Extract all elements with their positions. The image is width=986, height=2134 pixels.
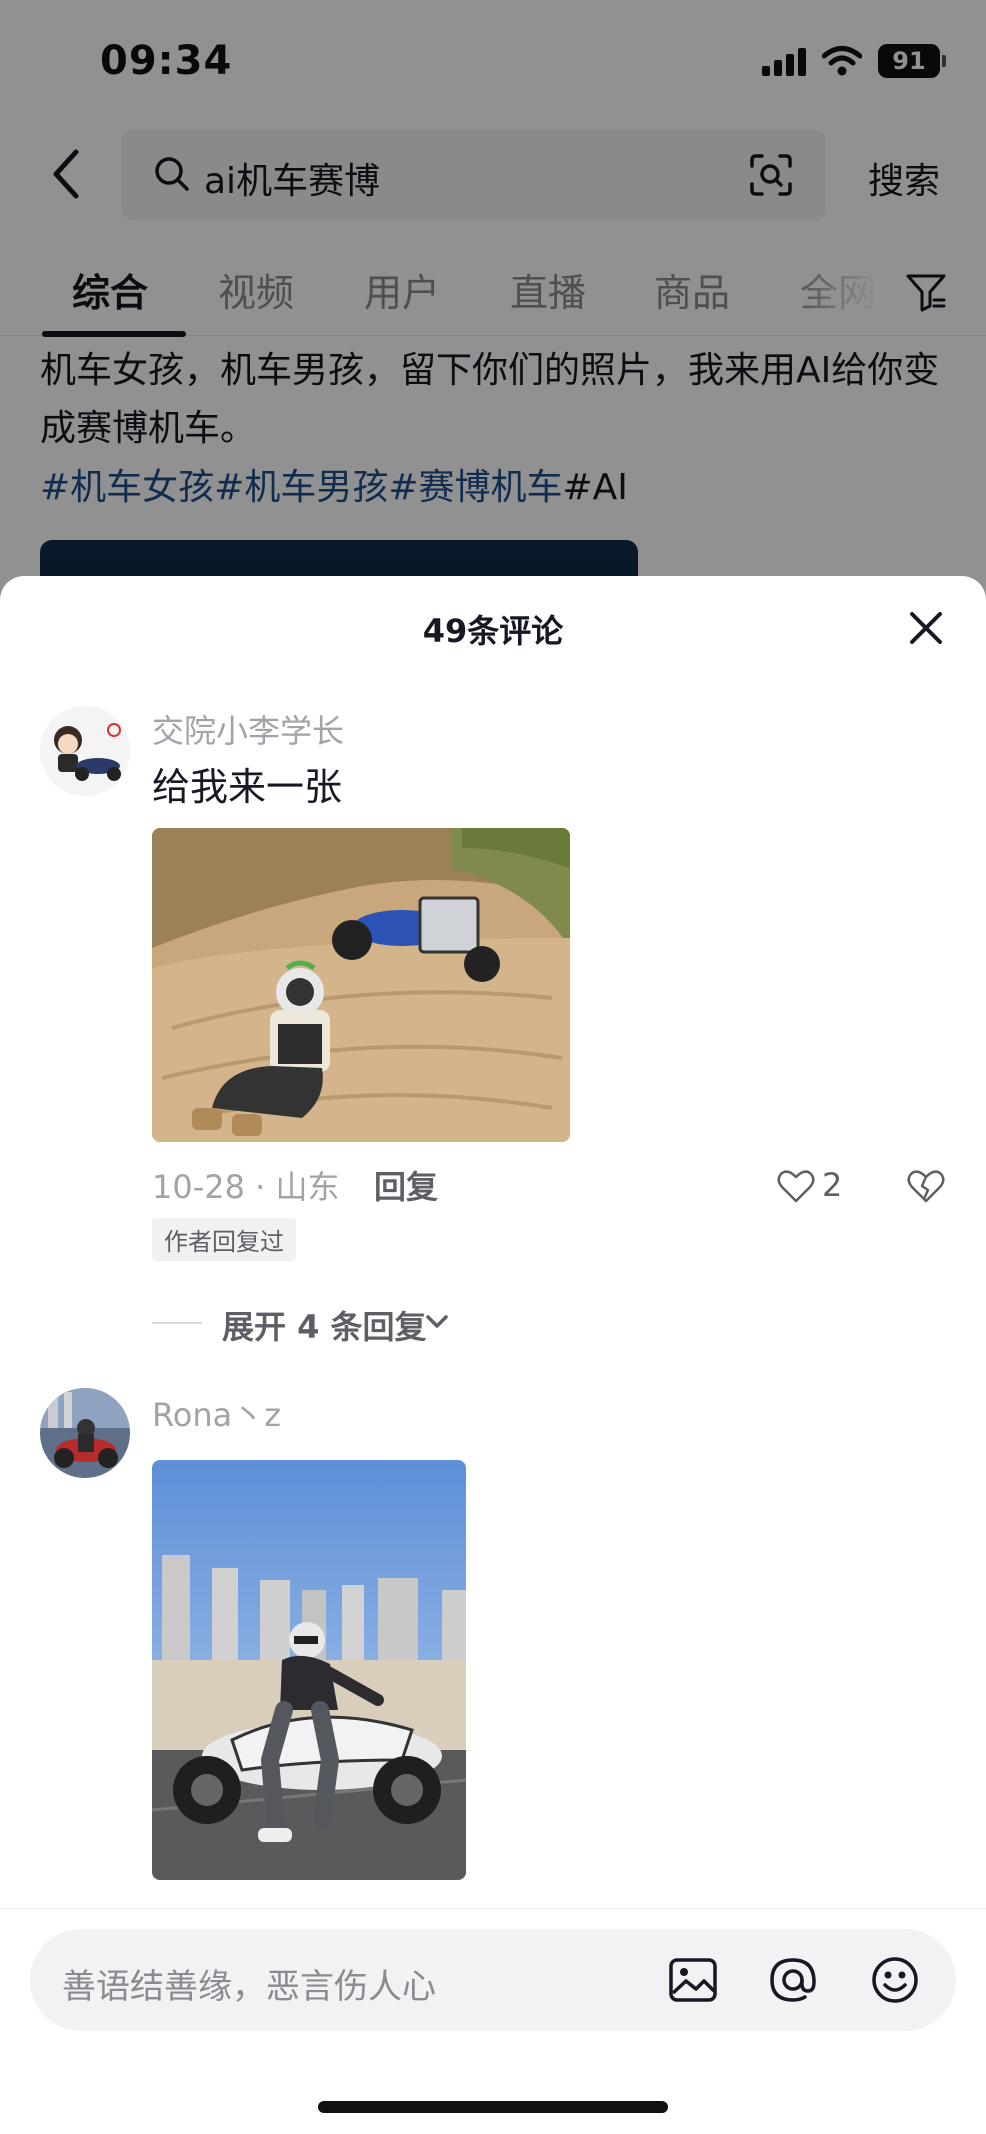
broken-heart-icon[interactable] bbox=[906, 1166, 946, 1206]
home-indicator bbox=[318, 2101, 668, 2113]
comment-author[interactable]: Rona丶z bbox=[152, 1390, 281, 1436]
avatar[interactable] bbox=[40, 706, 130, 796]
motorcycle-photo bbox=[152, 1460, 466, 1880]
avatar[interactable] bbox=[40, 1388, 130, 1478]
reply-button[interactable]: 回复 bbox=[374, 1162, 438, 1208]
image-icon[interactable] bbox=[666, 1953, 720, 2007]
avatar-image bbox=[40, 706, 130, 796]
comment-input-bar: 善语结善缘，恶言伤人心 bbox=[0, 1908, 986, 2134]
search-results-page: 09:34 91 ai机车赛博 搜索 综合 视频 用户 直播 商品 机车女孩，机… bbox=[0, 0, 986, 620]
comments-sheet: 49条评论 交院小李学长 给我来一张 10-28 · 山东 回复 2 作者回复过… bbox=[0, 576, 986, 2134]
chevron-down-icon[interactable] bbox=[422, 1306, 452, 1336]
comments-count-title: 49条评论 bbox=[422, 612, 564, 650]
comment-image[interactable] bbox=[152, 828, 570, 1142]
emoji-icon[interactable] bbox=[868, 1953, 922, 2007]
author-replied-badge: 作者回复过 bbox=[152, 1218, 296, 1261]
mention-icon[interactable] bbox=[766, 1953, 820, 2007]
comment-date-location: 10-28 · 山东 bbox=[152, 1168, 340, 1206]
expand-divider bbox=[152, 1322, 202, 1324]
heart-icon[interactable] bbox=[776, 1166, 816, 1206]
comment-input-placeholder: 善语结善缘，恶言伤人心 bbox=[62, 1967, 436, 2007]
avatar-image bbox=[40, 1388, 130, 1478]
comment-input[interactable]: 善语结善缘，恶言伤人心 bbox=[30, 1929, 956, 2031]
motorcycle-photo bbox=[152, 828, 570, 1142]
like-count: 2 bbox=[822, 1166, 843, 1204]
comment-image[interactable] bbox=[152, 1460, 466, 1880]
comment-author[interactable]: 交院小李学长 bbox=[152, 706, 344, 752]
comment-text: 给我来一张 bbox=[152, 765, 343, 809]
expand-replies-button[interactable]: 展开 4 条回复 bbox=[222, 1302, 427, 1348]
dim-overlay[interactable] bbox=[0, 0, 986, 600]
close-icon[interactable] bbox=[904, 606, 948, 650]
